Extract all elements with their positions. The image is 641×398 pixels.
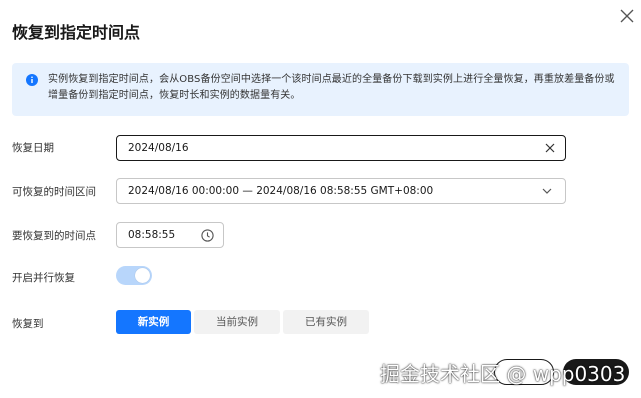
dialog-title: 恢复到指定时间点 [12, 23, 141, 42]
restore-to-current-instance[interactable]: 当前实例 [194, 310, 280, 334]
restore-time-label: 要恢复到的时间点 [12, 230, 96, 242]
clock-icon [201, 229, 214, 242]
info-banner: 实例恢复到指定时间点，会从OBS备份空间中选择一个该时间点最近的全量备份下载到实… [12, 63, 629, 116]
close-button[interactable] [617, 6, 637, 26]
parallel-restore-label: 开启并行恢复 [12, 272, 75, 284]
time-range-select[interactable]: 2024/08/16 00:00:00 — 2024/08/16 08:58:5… [116, 178, 566, 204]
toggle-knob [135, 268, 150, 283]
time-range-value: 2024/08/16 00:00:00 — 2024/08/16 08:58:5… [128, 185, 434, 197]
watermark: 掘金技术社区 @ wpp0303 [380, 362, 626, 386]
close-icon [620, 9, 634, 23]
restore-to-existing-instance[interactable]: 已有实例 [283, 310, 369, 334]
restore-to-label: 恢复到 [12, 318, 44, 330]
restore-dialog: 恢复到指定时间点 实例恢复到指定时间点，会从OBS备份空间中选择一个该时间点最近… [0, 0, 641, 398]
time-range-label: 可恢复的时间区间 [12, 186, 96, 198]
chevron-down-icon [542, 188, 552, 194]
info-text: 实例恢复到指定时间点，会从OBS备份空间中选择一个该时间点最近的全量备份下载到实… [48, 74, 615, 101]
restore-date-input[interactable]: 2024/08/16 [116, 135, 566, 161]
restore-time-value: 08:58:55 [128, 229, 176, 241]
clear-icon[interactable] [545, 143, 555, 153]
restore-date-value: 2024/08/16 [128, 142, 189, 154]
restore-time-input[interactable]: 08:58:55 [116, 222, 224, 248]
restore-to-new-instance[interactable]: 新实例 [116, 310, 191, 334]
restore-date-label: 恢复日期 [12, 142, 54, 154]
info-icon [26, 74, 38, 86]
parallel-restore-toggle[interactable] [116, 266, 152, 285]
